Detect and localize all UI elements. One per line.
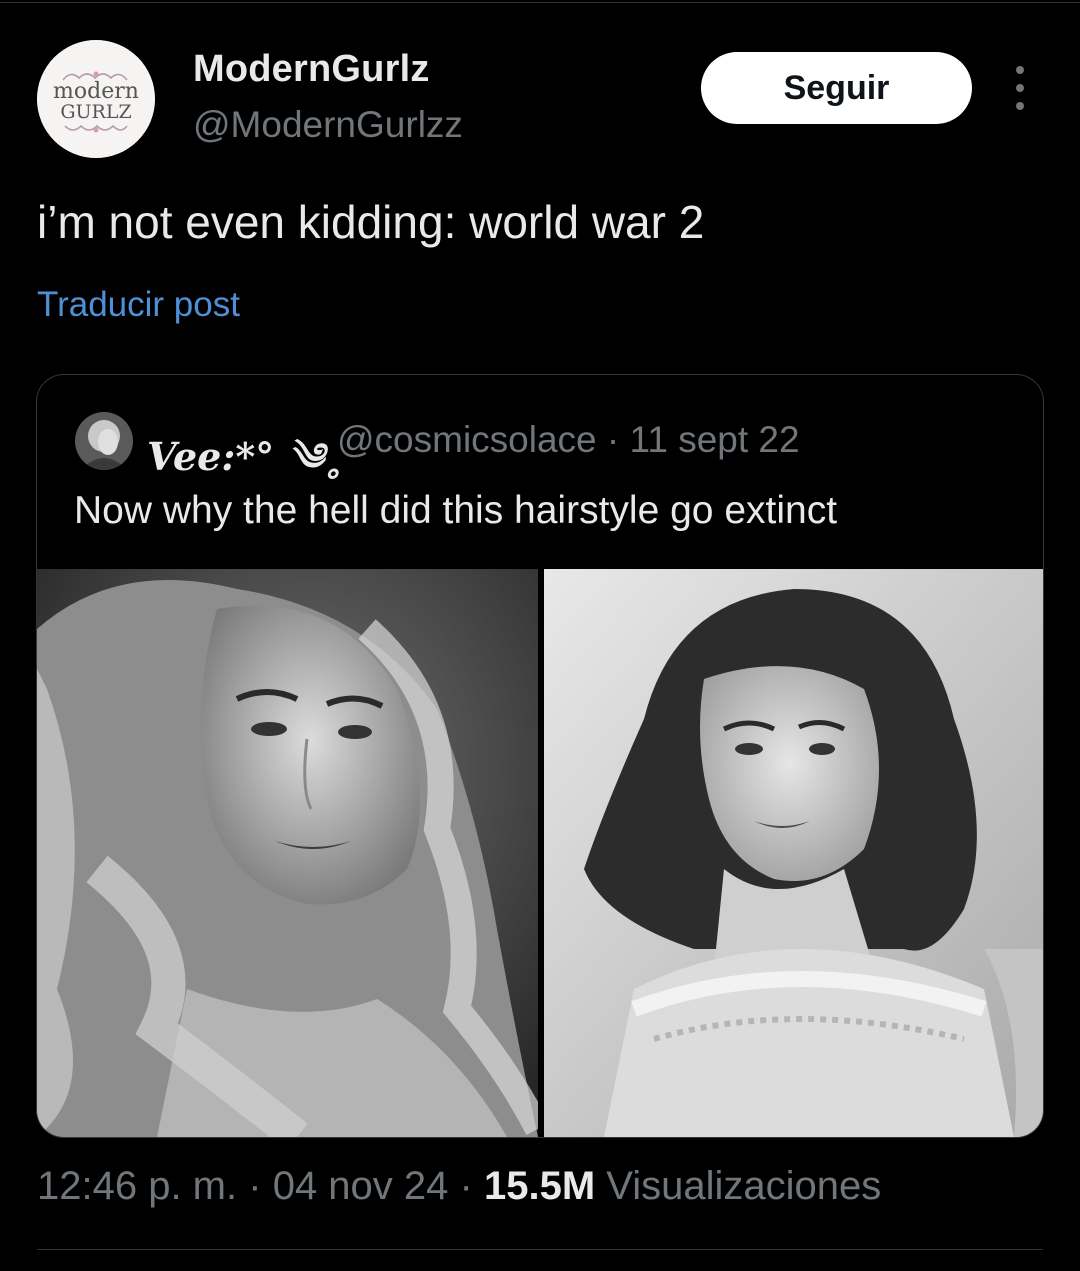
views-count: 15.5M	[483, 1164, 596, 1208]
post-text: i’m not even kidding: world war 2	[37, 196, 705, 248]
quoted-handle[interactable]: @cosmicsolace	[337, 419, 597, 460]
follow-button[interactable]: Seguir	[701, 52, 972, 124]
quoted-image-left[interactable]	[37, 569, 538, 1137]
quoted-meta: @cosmicsolace · 11 sept 22	[337, 419, 800, 461]
footer-separator: ·	[459, 1164, 473, 1208]
vintage-portrait-blonde-image	[37, 569, 538, 1137]
author-handle[interactable]: @ModernGurlzz	[193, 104, 463, 146]
dot	[1016, 102, 1024, 110]
quoted-post-card[interactable]: Vee:*° ༄˳ @cosmicsolace · 11 sept 22 Now…	[36, 374, 1044, 1138]
post-timestamp-line: 12:46 p. m. · 04 nov 24 · 15.5M Visualiz…	[37, 1164, 881, 1209]
post-date[interactable]: 04 nov 24	[273, 1164, 449, 1208]
svg-text:GURLZ: GURLZ	[60, 101, 131, 123]
modern-gurlz-logo: modern GURLZ	[37, 40, 155, 158]
quoted-avatar-photo	[75, 412, 133, 470]
dot	[1016, 66, 1024, 74]
vintage-portrait-brunette-image	[544, 569, 1043, 1137]
quoted-image-right[interactable]	[544, 569, 1043, 1137]
meta-separator: ·	[606, 419, 620, 460]
translate-post-link[interactable]: Traducir post	[37, 285, 240, 325]
top-divider	[0, 2, 1080, 3]
quoted-post-text: Now why the hell did this hairstyle go e…	[74, 489, 838, 532]
bottom-divider	[37, 1249, 1043, 1250]
footer-separator: ·	[248, 1164, 262, 1208]
quoted-date[interactable]: 11 sept 22	[630, 419, 800, 460]
author-display-name[interactable]: ModernGurlz	[193, 48, 430, 91]
post-time[interactable]: 12:46 p. m.	[37, 1164, 237, 1208]
quoted-author-avatar[interactable]	[75, 412, 133, 470]
views-label: Visualizaciones	[606, 1164, 882, 1208]
more-options-icon[interactable]	[1004, 66, 1036, 110]
dot	[1016, 84, 1024, 92]
author-avatar[interactable]: modern GURLZ	[37, 40, 155, 158]
